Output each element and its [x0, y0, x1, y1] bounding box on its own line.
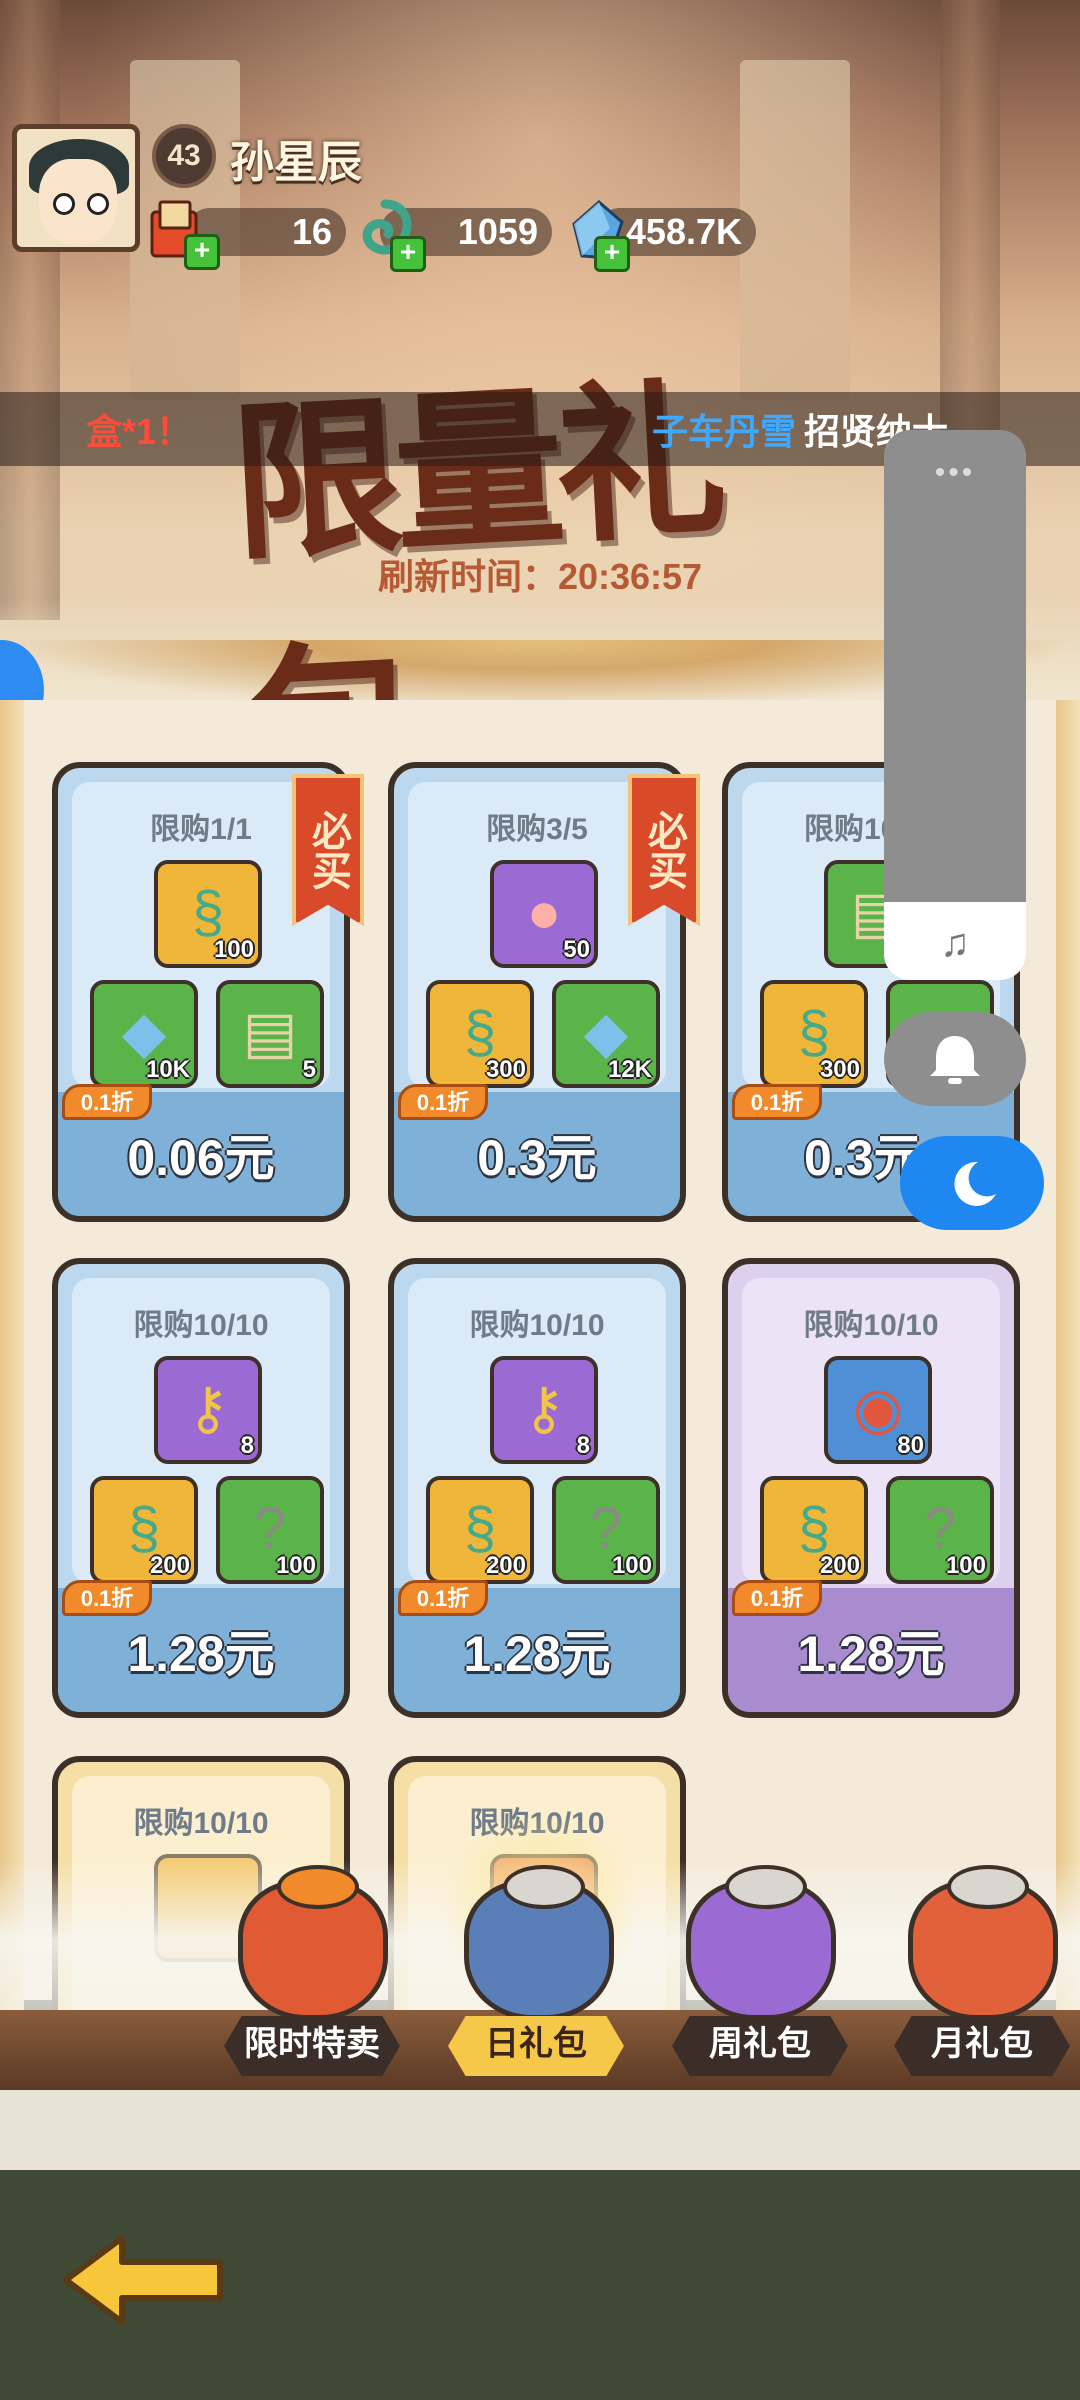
reward-item[interactable]: ◉ 80: [824, 1356, 932, 1464]
reward-item[interactable]: § 200: [426, 1476, 534, 1584]
tab-daily-gift[interactable]: 日礼包: [448, 2016, 624, 2076]
back-arrow-icon[interactable]: [60, 2232, 230, 2328]
floating-control-panel[interactable]: ••• ♫: [884, 430, 1026, 980]
ticker-player-name: 子车丹雪: [652, 411, 797, 452]
price-label: 1.28元: [463, 1626, 611, 1682]
reward-item[interactable]: § 200: [90, 1476, 198, 1584]
bag-tie: [277, 1865, 359, 1909]
gift-card-6[interactable]: 限购10/10 ◉ 80 § 200 ? 100 0.1折 1.28元: [722, 1258, 1020, 1718]
reward-item[interactable]: ▤ 5: [216, 980, 324, 1088]
discount-badge: 0.1折: [62, 1580, 152, 1616]
reward-item[interactable]: ? 100: [216, 1476, 324, 1584]
player-level-badge: 43: [152, 124, 216, 188]
purchase-limit: 限购10/10: [133, 1807, 269, 1840]
tab-weekly-gift[interactable]: 周礼包: [672, 2016, 848, 2076]
tab-flash-sale[interactable]: 限时特卖: [224, 2016, 400, 2076]
item-quantity: 12K: [607, 1056, 652, 1083]
item-quantity: 80: [897, 1432, 924, 1459]
price-label: 0.3元: [477, 1130, 597, 1186]
discount-badge: 0.1折: [62, 1084, 152, 1120]
item-quantity: 100: [213, 936, 254, 963]
crystal-value: 458.7K: [625, 211, 742, 252]
bag-tie: [947, 1865, 1029, 1909]
avatar-eye: [53, 193, 75, 215]
night-mode-button[interactable]: [900, 1136, 1044, 1230]
add-crystal-button[interactable]: +: [594, 236, 630, 272]
must-buy-ribbon: 必买: [628, 774, 700, 926]
bell-icon: [930, 1036, 980, 1084]
discount-badge: 0.1折: [398, 1580, 488, 1616]
music-icon[interactable]: ♫: [884, 921, 1026, 966]
purchase-limit: 限购10/10: [133, 1309, 269, 1342]
bag-tie: [503, 1865, 585, 1909]
reward-item[interactable]: ◆ 10K: [90, 980, 198, 1088]
item-quantity: 300: [485, 1056, 526, 1083]
daily-gift-bag-icon[interactable]: [464, 1865, 614, 2020]
panel-frame-right: [1056, 700, 1080, 2030]
price-label: 1.28元: [797, 1626, 945, 1682]
pillar-left: [0, 0, 60, 620]
add-gift-token-button[interactable]: +: [184, 234, 220, 270]
reward-item[interactable]: ? 100: [886, 1476, 994, 1584]
weekly-gift-bag-icon[interactable]: [686, 1865, 836, 2020]
item-quantity: 50: [563, 936, 590, 963]
item-quantity: 300: [819, 1056, 860, 1083]
bag-tie: [725, 1865, 807, 1909]
reward-item[interactable]: ◆ 12K: [552, 980, 660, 1088]
flash-sale-bag-icon[interactable]: [238, 1865, 388, 2020]
item-quantity: 100: [611, 1552, 652, 1579]
discount-badge: 0.1折: [732, 1580, 822, 1616]
reward-item[interactable]: ● 50: [490, 860, 598, 968]
item-quantity: 100: [945, 1552, 986, 1579]
item-quantity: 200: [819, 1552, 860, 1579]
item-quantity: 200: [149, 1552, 190, 1579]
panel-frame-left: [0, 700, 24, 2030]
notification-button[interactable]: [884, 1012, 1026, 1106]
monthly-gift-bag-icon[interactable]: [908, 1865, 1058, 2020]
jade-value: 1059: [457, 211, 538, 252]
discount-badge: 0.1折: [398, 1084, 488, 1120]
must-buy-ribbon: 必买: [292, 774, 364, 926]
reward-item[interactable]: ⚷ 8: [154, 1356, 262, 1464]
gift-token-value: 16: [291, 211, 332, 252]
item-quantity: 10K: [145, 1056, 190, 1083]
purchase-limit: 限购10/10: [469, 1309, 605, 1342]
item-quantity: 200: [485, 1552, 526, 1579]
purchase-limit: 限购10/10: [803, 1309, 939, 1342]
price-label: 0.06元: [127, 1130, 275, 1186]
gift-card-4[interactable]: 限购10/10 ⚷ 8 § 200 ? 100 0.1折 1.28元: [52, 1258, 350, 1718]
reward-item[interactable]: § 200: [760, 1476, 868, 1584]
reward-item[interactable]: § 300: [760, 980, 868, 1088]
discount-badge: 0.1折: [732, 1084, 822, 1120]
moon-icon: [954, 1161, 996, 1206]
item-quantity: 5: [302, 1056, 316, 1083]
player-name: 孙星辰: [230, 138, 362, 187]
avatar-eye: [87, 193, 109, 215]
reward-item[interactable]: § 100: [154, 860, 262, 968]
ticker-left-text: 盒*1！: [86, 411, 193, 452]
player-avatar[interactable]: [12, 124, 140, 252]
item-quantity: 8: [240, 1432, 254, 1459]
cloud-shelf: [0, 2090, 1080, 2170]
item-quantity: 8: [576, 1432, 590, 1459]
reward-item[interactable]: ⚷ 8: [490, 1356, 598, 1464]
price-label: 1.28元: [127, 1626, 275, 1682]
tab-monthly-gift[interactable]: 月礼包: [894, 2016, 1070, 2076]
reward-item[interactable]: ? 100: [552, 1476, 660, 1584]
reward-item[interactable]: § 300: [426, 980, 534, 1088]
add-jade-button[interactable]: +: [390, 236, 426, 272]
more-icon[interactable]: •••: [884, 456, 1026, 490]
gift-card-5[interactable]: 限购10/10 ⚷ 8 § 200 ? 100 0.1折 1.28元: [388, 1258, 686, 1718]
item-quantity: 100: [275, 1552, 316, 1579]
